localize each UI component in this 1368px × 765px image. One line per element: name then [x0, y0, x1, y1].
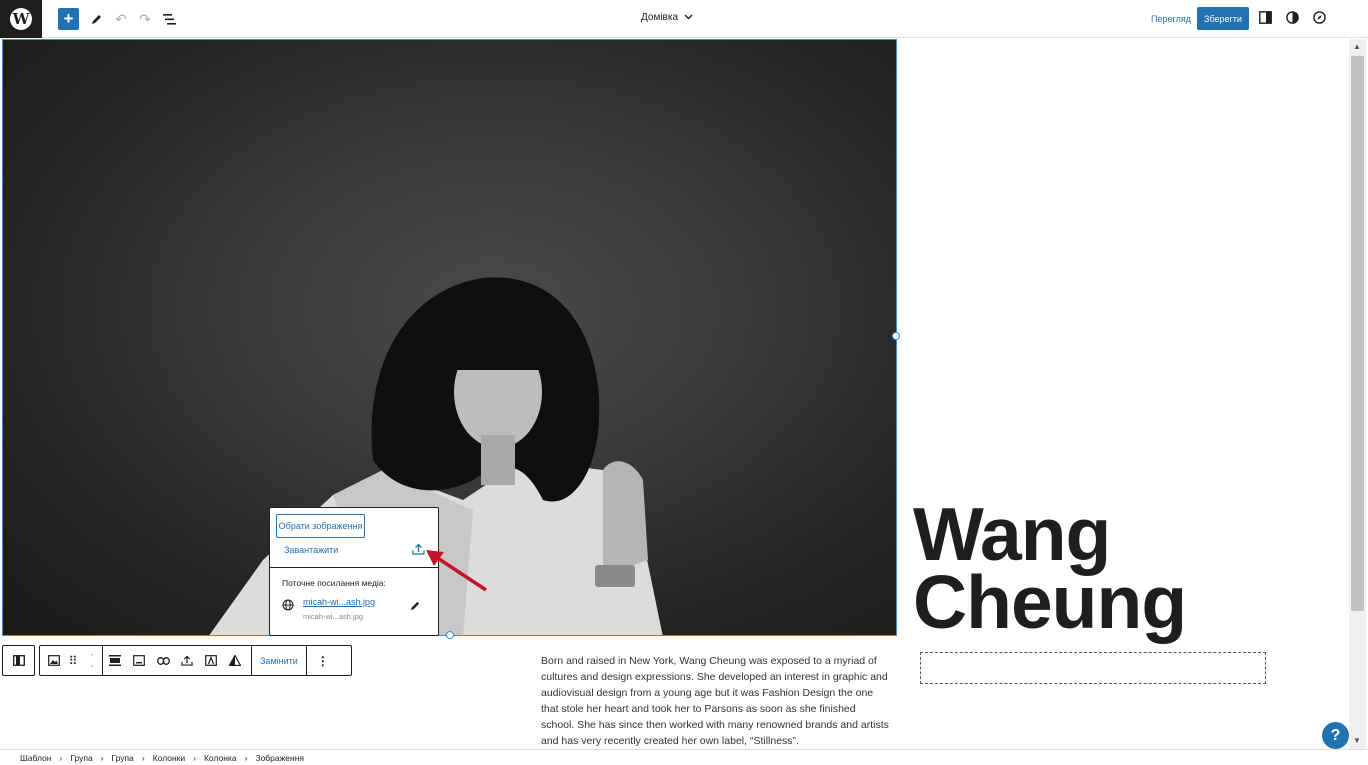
- chevron-down-icon: [684, 12, 693, 23]
- empty-block-placeholder[interactable]: [920, 652, 1266, 684]
- image-block-icon[interactable]: [44, 645, 64, 676]
- caption-icon[interactable]: [127, 645, 151, 676]
- bio-paragraph[interactable]: Born and raised in New York, Wang Cheung…: [541, 653, 891, 749]
- breadcrumb-item[interactable]: Колонки: [153, 753, 185, 763]
- scroll-down-icon[interactable]: ▼: [1353, 736, 1361, 745]
- save-button[interactable]: Зберегти: [1197, 7, 1249, 30]
- settings-panel-icon[interactable]: [1259, 11, 1273, 25]
- duotone-icon[interactable]: [223, 645, 247, 676]
- more-options-icon[interactable]: ⋮: [307, 645, 339, 676]
- edit-tool-icon[interactable]: [88, 7, 106, 31]
- breadcrumb-item[interactable]: Група: [112, 753, 134, 763]
- block-parent-selector[interactable]: [2, 645, 35, 676]
- scroll-up-icon[interactable]: ▲: [1353, 42, 1361, 51]
- breadcrumb-item[interactable]: Колонка: [204, 753, 237, 763]
- breadcrumb-item: Зображення: [255, 752, 305, 763]
- upload-menu-item[interactable]: Завантажити: [284, 545, 338, 555]
- media-link[interactable]: micah-wi...ash.jpg: [303, 597, 375, 607]
- scrollbar-thumb[interactable]: [1351, 56, 1364, 611]
- move-up-down-icon[interactable]: ⌃ ⌄: [82, 645, 102, 676]
- divider: [270, 567, 438, 568]
- heading-block[interactable]: Wang Cheung: [913, 492, 1187, 644]
- breadcrumb-item[interactable]: Шаблон: [20, 753, 51, 763]
- breadcrumb: Шаблон › Група › Група › Колонки › Колонка › …: [0, 749, 1368, 765]
- chevron-right-icon: ›: [100, 752, 104, 763]
- columns-icon[interactable]: [3, 645, 34, 676]
- chevron-right-icon: ›: [141, 752, 145, 763]
- chevron-right-icon: ›: [244, 752, 248, 763]
- replace-media-popover: Обрати зображення Завантажити Поточне по…: [269, 507, 439, 636]
- document-title-dropdown[interactable]: Домівка: [641, 12, 693, 23]
- help-button[interactable]: ?: [1322, 722, 1349, 749]
- pick-image-button[interactable]: Обрати зображення: [276, 514, 365, 538]
- heading-line: Wang: [913, 492, 1111, 576]
- redo-icon[interactable]: ↷: [137, 7, 153, 31]
- chevron-right-icon: ›: [59, 752, 63, 763]
- link-icon[interactable]: [151, 645, 175, 676]
- navigation-compass-icon[interactable]: [1313, 11, 1327, 25]
- wordpress-logo-icon[interactable]: W: [0, 0, 42, 38]
- resize-handle-right[interactable]: [892, 332, 900, 340]
- resize-handle-bottom[interactable]: [446, 631, 454, 639]
- upload-icon[interactable]: [175, 645, 199, 676]
- document-title: Домівка: [641, 12, 679, 23]
- current-media-label: Поточне посилання медіа:: [282, 578, 386, 588]
- top-toolbar: W + ↶ ↷ Домівка Перегляд Зберегти: [0, 0, 1368, 38]
- chevron-right-icon: ›: [193, 752, 196, 763]
- add-block-button[interactable]: +: [58, 8, 79, 30]
- align-icon[interactable]: [103, 645, 127, 676]
- breadcrumb-item[interactable]: Група: [70, 753, 92, 763]
- styles-icon[interactable]: [1286, 11, 1300, 25]
- replace-button[interactable]: Замінити: [252, 645, 306, 676]
- undo-icon[interactable]: ↶: [113, 7, 129, 31]
- globe-icon: [282, 599, 294, 614]
- preview-button[interactable]: Перегляд: [1151, 14, 1191, 24]
- list-view-icon[interactable]: [160, 7, 178, 31]
- edit-link-icon[interactable]: [410, 600, 421, 614]
- block-toolbar: ⠿ ⌃ ⌄ Замінити ⋮: [39, 645, 352, 676]
- drag-handle-icon[interactable]: ⠿: [64, 645, 82, 676]
- media-filename: micah-wi...ash.jpg: [303, 612, 364, 621]
- annotation-arrow-icon: [426, 550, 487, 592]
- heading-line: Cheung: [913, 560, 1187, 644]
- text-overlay-icon[interactable]: [199, 645, 223, 676]
